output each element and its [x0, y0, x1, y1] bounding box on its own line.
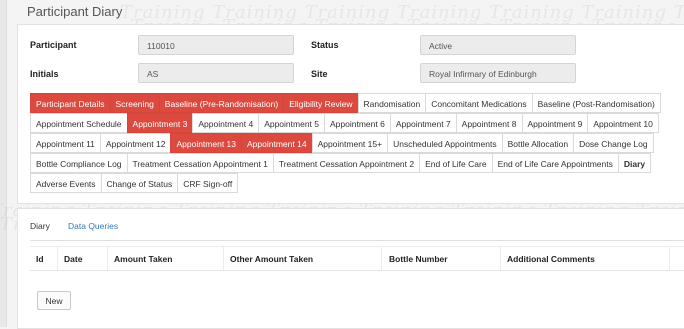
column-separator [500, 246, 501, 270]
tab-participant-details[interactable]: Participant Details [30, 93, 111, 113]
initials-field: AS [138, 63, 294, 83]
status-field: Active [420, 35, 576, 55]
tab-appointment-6[interactable]: Appointment 6 [324, 113, 391, 133]
table-top-line [30, 246, 684, 247]
tab-row: Bottle Compliance Log Treatment Cessation… [30, 153, 675, 173]
tab-appointment-12[interactable]: Appointment 12 [99, 133, 172, 153]
tab-appointment-13[interactable]: Appointment 13 [170, 133, 243, 153]
initials-label: Initials [30, 69, 59, 79]
column-separator [669, 246, 670, 270]
participant-label: Participant [30, 40, 77, 50]
tab-concomitant-medications[interactable]: Concomitant Medications [425, 93, 533, 113]
subtab-diary[interactable]: Diary [30, 221, 50, 231]
column-header-amount-taken: Amount Taken [114, 254, 173, 264]
tab-end-of-life-care-appointments[interactable]: End of Life Care Appointments [491, 153, 619, 173]
column-header-other-amount-taken: Other Amount Taken [230, 254, 314, 264]
tab-row: Appointment Schedule Appointment 3 Appoint… [30, 113, 675, 133]
tab-crf-sign-off[interactable]: CRF Sign-off [177, 173, 239, 193]
column-header-id: Id [36, 254, 44, 264]
tab-baseline-pre-randomisation[interactable]: Baseline (Pre-Randomisation) [158, 93, 285, 113]
tab-row: Participant Details Screening Baseline (Pr… [30, 93, 675, 113]
tab-change-of-status[interactable]: Change of Status [100, 173, 179, 193]
column-separator [223, 246, 224, 270]
tab-appointment-4[interactable]: Appointment 4 [192, 113, 260, 133]
tab-dose-change-log[interactable]: Dose Change Log [573, 133, 654, 153]
tab-randomisation[interactable]: Randomisation [357, 93, 427, 113]
tab-eligibility-review[interactable]: Eligibility Review [283, 93, 359, 113]
column-header-additional-comments: Additional Comments [507, 254, 595, 264]
tab-screening[interactable]: Screening [109, 93, 160, 113]
crf-tab-strip: Participant Details Screening Baseline (Pr… [30, 93, 675, 193]
column-separator [107, 246, 108, 270]
tab-appointment-8[interactable]: Appointment 8 [455, 113, 523, 133]
watermark-text: Training Training Training Training Trai… [120, 2, 684, 23]
tab-bottle-allocation[interactable]: Bottle Allocation [501, 133, 575, 153]
subtab-data-queries[interactable]: Data Queries [68, 221, 118, 231]
tab-bottle-compliance-log[interactable]: Bottle Compliance Log [30, 153, 128, 173]
site-field: Royal Infirmary of Edinburgh [420, 63, 576, 83]
tab-treatment-cessation-appointment-1[interactable]: Treatment Cessation Appointment 1 [126, 153, 274, 173]
tab-adverse-events[interactable]: Adverse Events [30, 173, 102, 193]
table-header-line [30, 270, 684, 271]
tab-unscheduled-appointments[interactable]: Unscheduled Appointments [387, 133, 503, 153]
column-header-date: Date [64, 254, 83, 264]
tab-appointment-15[interactable]: Appointment 15+ [311, 133, 389, 153]
column-header-bottle-number: Bottle Number [389, 254, 448, 264]
tab-appointment-10[interactable]: Appointment 10 [587, 113, 659, 133]
tab-appointment-11[interactable]: Appointment 11 [30, 133, 101, 153]
tab-appointment-14[interactable]: Appointment 14 [241, 133, 313, 153]
tab-treatment-cessation-appointment-2[interactable]: Treatment Cessation Appointment 2 [272, 153, 421, 173]
page-title: Participant Diary [27, 4, 123, 19]
left-edge [0, 0, 7, 327]
site-label: Site [311, 69, 328, 79]
tab-end-of-life-care[interactable]: End of Life Care [419, 153, 493, 173]
column-separator [381, 246, 382, 270]
status-label: Status [311, 40, 339, 50]
tab-row: Appointment 11 Appointment 12 Appointment … [30, 133, 675, 153]
tab-baseline-post-randomisation[interactable]: Baseline (Post-Randomisation) [531, 93, 661, 113]
tab-appointment-9[interactable]: Appointment 9 [521, 113, 589, 133]
participant-field: 110010 [138, 35, 294, 55]
tab-appointment-3[interactable]: Appointment 3 [126, 113, 194, 133]
subtab-divider [30, 240, 684, 241]
new-diary-entry-button[interactable]: New [37, 291, 71, 310]
tab-appointment-5[interactable]: Appointment 5 [258, 113, 326, 133]
tab-appointment-7[interactable]: Appointment 7 [389, 113, 457, 133]
column-separator [57, 246, 58, 270]
tab-row: Adverse Events Change of Status CRF Sign-o… [30, 173, 675, 193]
tab-diary[interactable]: Diary [617, 153, 652, 173]
tab-appointment-schedule[interactable]: Appointment Schedule [30, 113, 128, 133]
